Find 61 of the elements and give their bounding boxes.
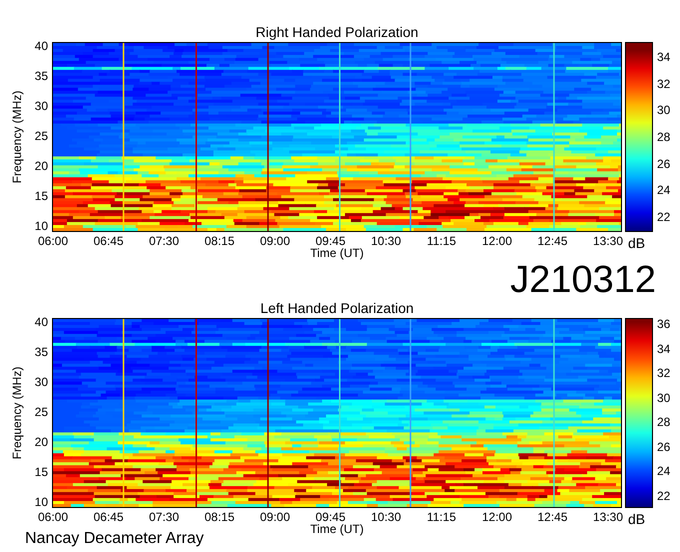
- x-tick-label: 12:45: [536, 234, 569, 248]
- y-tick-label: 20: [34, 435, 48, 449]
- y-tick-label: 35: [34, 345, 48, 359]
- x-axis-label: Time (UT): [310, 247, 364, 260]
- x-tick-label: 06:45: [92, 234, 125, 248]
- y-tick-label: 40: [34, 315, 48, 329]
- colorbar-tick-label: 22: [657, 489, 670, 503]
- colorbar-tick-label: 28: [657, 415, 670, 430]
- x-tick-label: 08:15: [203, 510, 236, 524]
- colorbar-tick-label: 34: [657, 342, 670, 356]
- colorbar-tick-label: 32: [657, 76, 670, 91]
- colorbar-tick-label: 30: [657, 390, 670, 405]
- x-tick-label: 11:15: [426, 234, 458, 248]
- y-tick-label: 30: [34, 375, 48, 389]
- colorbar-unit-label: dB: [628, 512, 646, 526]
- x-axis-label: Time (UT): [310, 523, 364, 536]
- y-axis-label: Frequency (MHz): [10, 366, 24, 462]
- x-tick-label: 11:15: [426, 510, 458, 524]
- x-tick-label: 13:30: [592, 510, 624, 524]
- y-tick-label: 10: [34, 219, 48, 233]
- x-tick-label: 09:45: [314, 510, 347, 524]
- x-tick-label: 06:45: [92, 510, 125, 524]
- y-tick-label: 25: [34, 129, 48, 143]
- y-tick-label: 15: [34, 189, 48, 203]
- colorbar-tick-label: 26: [657, 156, 670, 171]
- panel-title: Left Handed Polarization: [259, 300, 415, 316]
- colorbar-tick-label: 32: [657, 366, 670, 380]
- y-tick-label: 35: [34, 69, 48, 83]
- colorbar-unit-label: dB: [628, 236, 646, 250]
- x-tick-label: 09:00: [258, 234, 292, 248]
- x-tick-label: 06:00: [36, 234, 70, 248]
- x-tick-label: 09:45: [314, 234, 347, 248]
- x-tick-label: 12:45: [536, 510, 569, 524]
- x-tick-label: 07:30: [148, 510, 180, 524]
- x-tick-label: 10:30: [370, 234, 402, 248]
- y-tick-label: 30: [34, 99, 48, 113]
- x-tick-label: 07:30: [148, 234, 180, 248]
- y-tick-label: 10: [34, 495, 48, 509]
- y-tick-label: 20: [34, 159, 48, 173]
- colorbar-tick-label: 28: [657, 130, 670, 144]
- colorbar-tick-label: 22: [657, 210, 670, 224]
- x-tick-label: 13:30: [592, 234, 624, 248]
- footer-text: Nancay Decameter Array: [25, 530, 204, 547]
- x-tick-label: 09:00: [258, 510, 292, 524]
- colorbar-tick-label: 26: [657, 440, 670, 454]
- colorbar-tick-label: 24: [657, 183, 670, 198]
- y-tick-label: 15: [34, 465, 48, 479]
- panel-title: Right Handed Polarization: [254, 24, 420, 40]
- observation-id: J210312: [510, 262, 656, 298]
- y-tick-label: 25: [34, 405, 48, 419]
- y-axis-label: Frequency (MHz): [10, 90, 24, 186]
- x-tick-label: 10:30: [370, 510, 402, 524]
- colorbar-tick-label: 24: [657, 464, 670, 478]
- y-tick-label: 40: [34, 39, 48, 53]
- colorbar-tick-label: 34: [657, 50, 670, 64]
- x-tick-label: 12:00: [480, 234, 514, 248]
- x-tick-label: 08:15: [203, 234, 236, 248]
- colorbar-tick-label: 30: [657, 103, 670, 118]
- x-tick-label: 06:00: [36, 510, 70, 524]
- colorbar-tick-label: 36: [657, 317, 670, 331]
- x-tick-label: 12:00: [480, 510, 514, 524]
